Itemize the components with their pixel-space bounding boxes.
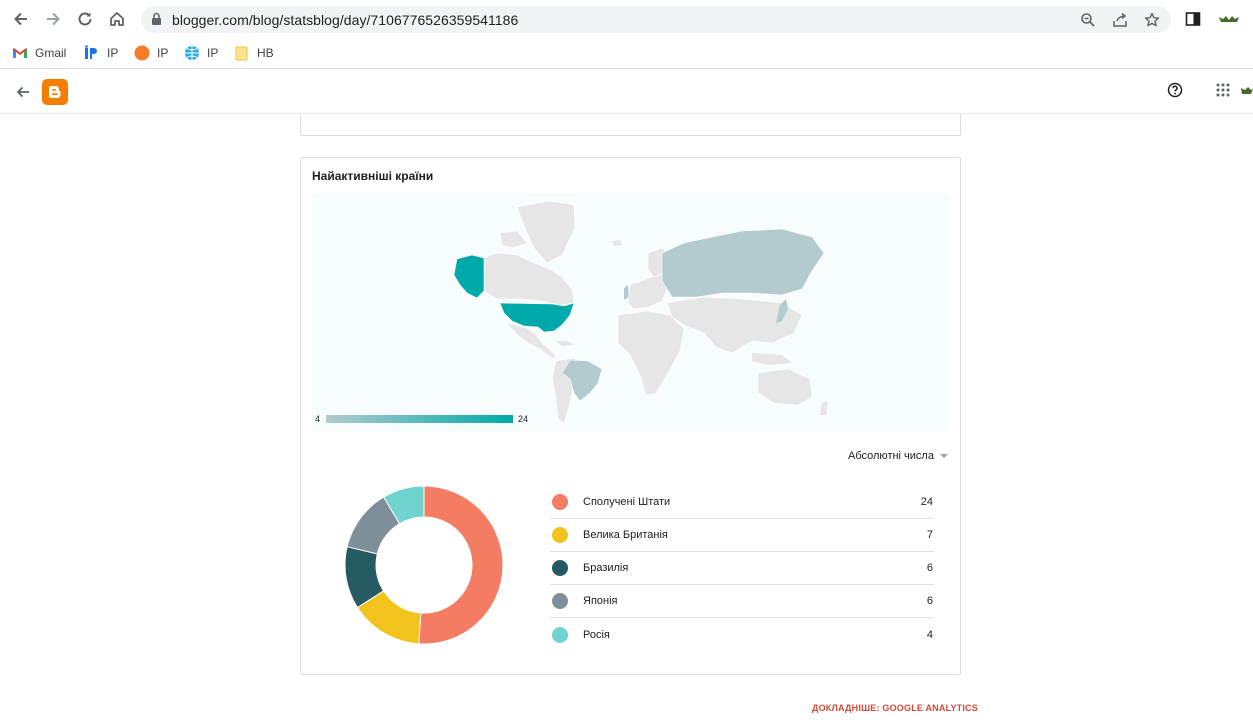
bookmark-folder-nv[interactable]: НВ <box>234 43 274 63</box>
legend-value: 4 <box>926 628 933 641</box>
folder-icon <box>234 45 250 61</box>
dropdown-label: Абсолютні числа <box>848 450 934 462</box>
world-map: 4 24 <box>312 193 949 432</box>
bookmark-ip-3[interactable]: IP <box>184 43 218 63</box>
bookmark-gmail[interactable]: Gmail <box>12 43 66 63</box>
side-panel-icon[interactable] <box>1180 7 1206 31</box>
map-scale-max: 24 <box>518 414 529 424</box>
lock-icon <box>151 12 162 31</box>
bookmark-label: НВ <box>257 46 274 60</box>
account-icon[interactable] <box>1240 78 1253 102</box>
bookmarks-bar: Gmail IP IP IP НВ <box>0 38 1253 69</box>
address-bar[interactable]: blogger.com/blog/statsblog/day/710677652… <box>141 6 1171 33</box>
share-icon[interactable] <box>1111 11 1129 29</box>
previous-card <box>300 114 961 136</box>
legend-row-us[interactable]: Сполучені Штати 24 <box>550 486 934 519</box>
forward-icon[interactable] <box>40 7 66 31</box>
legend-dot <box>552 560 568 576</box>
country-legend: Сполучені Штати 24 Велика Британія 7 Бра… <box>550 486 934 651</box>
map-color-scale <box>326 415 513 423</box>
map-uk <box>624 285 629 300</box>
bookmark-label: IP <box>207 46 219 60</box>
card-title: Найактивніші країни <box>312 169 434 183</box>
donut-chart <box>344 485 504 645</box>
dropdown-caret-icon <box>939 454 948 458</box>
help-icon[interactable] <box>1162 78 1188 102</box>
map-scale-min: 4 <box>315 414 321 424</box>
legend-dot <box>552 593 568 609</box>
legend-value: 24 <box>920 496 933 508</box>
bookmark-ip-1[interactable]: IP <box>84 43 118 63</box>
gmail-icon <box>12 45 28 61</box>
legend-row-russia[interactable]: Росія 4 <box>550 618 934 651</box>
legend-dot <box>552 527 568 543</box>
legend-label: Сполучені Штати <box>583 496 671 508</box>
ip-blue-icon <box>84 45 100 61</box>
legend-label: Японія <box>583 595 618 607</box>
back-arrow-icon[interactable] <box>10 80 36 104</box>
home-icon[interactable] <box>104 7 130 31</box>
bookmark-label: Gmail <box>35 46 67 60</box>
donut-slice-1[interactable] <box>418 485 504 645</box>
legend-dot <box>552 626 568 643</box>
legend-label: Росія <box>583 628 610 641</box>
orange-circle-icon <box>134 45 150 61</box>
legend-row-japan[interactable]: Японія 6 <box>550 585 934 618</box>
legend-label: Велика Британія <box>583 529 668 541</box>
url-text: blogger.com/blog/statsblog/day/710677652… <box>172 12 519 28</box>
legend-row-uk[interactable]: Велика Британія 7 <box>550 519 934 552</box>
browser-toolbar: blogger.com/blog/statsblog/day/710677652… <box>0 0 1253 38</box>
reload-icon[interactable] <box>72 7 98 31</box>
map-russia <box>661 228 825 298</box>
metric-dropdown[interactable]: Абсолютні числа <box>848 450 948 462</box>
bookmark-ip-2[interactable]: IP <box>134 43 168 63</box>
profile-icon[interactable] <box>1213 7 1247 31</box>
apps-grid-icon[interactable] <box>1210 78 1236 102</box>
bookmark-label: IP <box>107 46 119 60</box>
legend-value: 6 <box>926 562 933 574</box>
legend-value: 6 <box>926 595 933 607</box>
blogger-app-bar <box>0 70 1253 114</box>
google-analytics-link[interactable]: ДОКЛАДНІШЕ: GOOGLE ANALYTICS <box>812 703 978 713</box>
map-us-alaska <box>453 254 485 299</box>
legend-row-brazil[interactable]: Бразилія 6 <box>550 552 934 585</box>
legend-label: Бразилія <box>583 562 629 574</box>
legend-value: 7 <box>926 529 933 541</box>
bookmark-star-icon[interactable] <box>1143 11 1161 29</box>
globe-icon <box>184 45 200 61</box>
legend-dot <box>552 494 568 510</box>
top-countries-card: Найактивніші країни 4 24 Абсолютні числа… <box>300 157 961 675</box>
world-map-svg <box>453 200 828 424</box>
blogger-logo-icon[interactable] <box>42 79 68 105</box>
back-icon[interactable] <box>8 7 34 31</box>
zoom-icon[interactable] <box>1079 11 1097 29</box>
bookmark-label: IP <box>157 46 169 60</box>
